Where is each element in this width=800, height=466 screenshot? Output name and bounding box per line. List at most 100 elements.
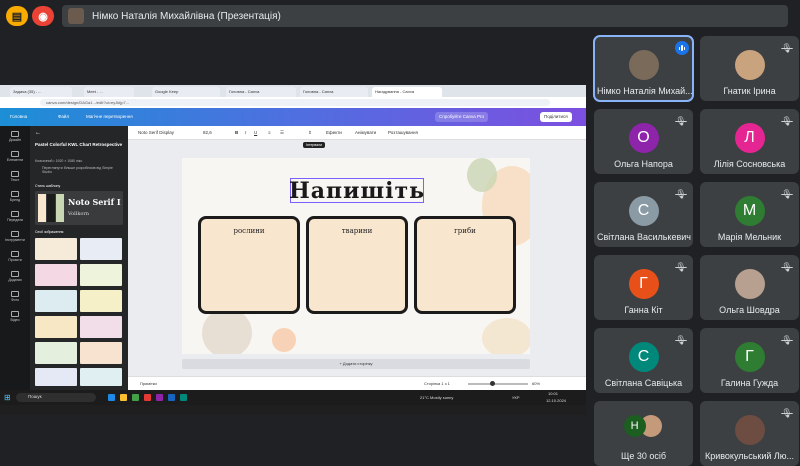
slide-canvas[interactable]: Напишіть рослини тварини гриби [182,158,530,354]
participant-tile[interactable]: С 🎙 Світлана Савіцька [594,328,693,393]
browser-tab[interactable]: Задача (35) - ... [10,87,72,97]
chrome-icon[interactable] [132,394,139,401]
template-thumbnail[interactable] [35,368,77,386]
menu-file[interactable]: Файл [58,114,69,119]
style-card[interactable]: Noto Serif I Vollkorn [35,191,123,225]
template-author[interactable]: Переглянути більше розробників від Simpl… [42,166,122,174]
template-thumbnail[interactable] [80,264,122,286]
participant-avatar: Н [623,415,646,437]
rail-item-apps[interactable]: Додатки [3,270,27,288]
template-thumbnail[interactable] [80,316,122,338]
participant-tile[interactable]: Г 🎙 Галина Гужда [700,328,799,393]
clock-date[interactable]: 12.10.2024 [546,398,566,403]
participant-name: Гнатик Ірина [723,86,776,96]
presentation-chip[interactable]: Німко Наталія Михайлівна (Презентація) [62,5,788,27]
rail-item-design[interactable]: Дизайн [3,130,27,148]
kwl-card[interactable]: рослини [198,216,300,314]
kwl-card[interactable]: гриби [414,216,516,314]
participant-avatar [734,415,765,445]
clock-time[interactable]: 10:01 [548,391,558,396]
edge-icon[interactable] [108,394,115,401]
captions-off-button[interactable]: ▤ [6,6,28,26]
participant-tile[interactable]: Г 🎙 Ганна Кіт [594,255,693,320]
kwl-card[interactable]: тварини [306,216,408,314]
template-thumbnail[interactable] [80,368,122,386]
effects-button[interactable]: Ефекти [326,130,342,135]
app-icon[interactable] [180,394,187,401]
zoom-slider-handle[interactable] [490,381,495,386]
rail-item-elements[interactable]: Елементи [3,150,27,168]
taskbar-search[interactable]: Пошук [16,393,96,402]
zoom-level: 60% [532,381,541,386]
notes-button[interactable]: Примітки [140,381,157,386]
browser-tab[interactable]: Головна - Canva [226,87,296,97]
participant-tile[interactable]: Німко Наталія Михай... [593,35,694,102]
stop-presenting-button[interactable]: ◉ [32,6,54,26]
template-thumbnail[interactable] [35,238,77,260]
participant-avatar [628,50,659,80]
rail-item-video[interactable]: Відео [3,310,27,328]
template-thumbnail[interactable] [80,238,122,260]
participant-name: Ще 30 осіб [620,451,667,461]
try-canva-pro-button[interactable]: Спробуйте Canva Pro [435,112,488,122]
add-page-button[interactable]: + Додати сторінку [182,359,530,369]
rail-item-tools[interactable]: Інструменти [3,230,27,248]
browser-tab[interactable]: Головна - Canva [300,87,368,97]
rail-item-photos[interactable]: Фото [3,290,27,308]
app-icon[interactable] [144,394,151,401]
mic-off-icon: 🎙 [781,408,793,418]
participant-name: Ольга Шовдра [719,305,780,315]
folder-icon [11,251,19,257]
template-thumbnail[interactable] [80,342,122,364]
share-button[interactable]: Поділитися [540,112,572,122]
participant-tile[interactable]: 🎙 Ольга Шовдра [700,255,799,320]
spacing-icon[interactable]: ⇕ [308,130,312,136]
template-thumbnail[interactable] [35,264,77,286]
url-bar[interactable]: canva.com/design/DAGa1.../edit?ui=eyJkIj… [40,99,550,106]
files-icon[interactable] [120,394,127,401]
apps-icon [11,271,19,277]
participant-tile[interactable]: М 🎙 Марія Мельник [700,182,799,247]
browser-tab[interactable]: Google Keep [152,87,220,97]
template-thumbnail[interactable] [35,316,77,338]
zoom-slider[interactable] [468,381,528,386]
mic-off-icon: 🎙 [781,116,793,126]
mic-off-icon: 🎙 [781,43,793,53]
weather[interactable]: 21°C Mostly sunny [420,395,453,400]
italic-icon[interactable]: I [245,130,246,135]
menu-magic-switch[interactable]: Магічне перетворення [86,114,133,119]
text-icon [11,171,19,177]
rail-item-upload[interactable]: Передати [3,210,27,228]
list-icon[interactable]: ☰ [280,130,284,136]
bold-icon[interactable]: B [235,130,238,135]
position-button[interactable]: Розташування [388,130,418,135]
back-arrow-icon[interactable]: ← [35,130,41,136]
card-label: гриби [454,227,476,235]
rail-item-text[interactable]: Текст [3,170,27,188]
underline-icon[interactable]: U [254,130,257,135]
participant-avatar: Г [628,269,659,299]
slide-title[interactable]: Напишіть [289,178,424,204]
rail-item-projects[interactable]: Проєкти [3,250,27,268]
align-icon[interactable]: ≡ [268,130,271,135]
app-icon[interactable] [156,394,163,401]
participant-tile[interactable]: 🎙 Гнатик Ірина [700,36,799,101]
browser-tab-active[interactable]: Нагадування - Canva [372,87,442,97]
browser-tab[interactable]: Meet - ... [84,87,134,97]
participant-tile[interactable]: О 🎙 Ольга Напора [594,109,693,174]
font-size-input[interactable]: 82,6 [203,130,212,135]
font-family-select[interactable]: Noto Serif Display [138,130,174,135]
participant-tile[interactable]: Л 🎙 Лілія Сосновська [700,109,799,174]
participant-tile[interactable]: С 🎙 Світлана Василькевич [594,182,693,247]
template-thumbnail[interactable] [35,342,77,364]
template-thumbnail[interactable] [35,290,77,312]
menu-home[interactable]: Головна [10,114,27,119]
animate-button[interactable]: Анімувати [355,130,376,135]
rail-item-brand[interactable]: Бренд [3,190,27,208]
participant-tile[interactable]: Н Ще 30 осіб [594,401,693,466]
windows-start-icon[interactable]: ⊞ [4,393,11,402]
participant-tile[interactable]: 🎙 Кривокульський Лю... [700,401,799,466]
word-icon[interactable] [168,394,175,401]
keyboard-language[interactable]: УКР [512,395,520,400]
template-thumbnail[interactable] [80,290,122,312]
